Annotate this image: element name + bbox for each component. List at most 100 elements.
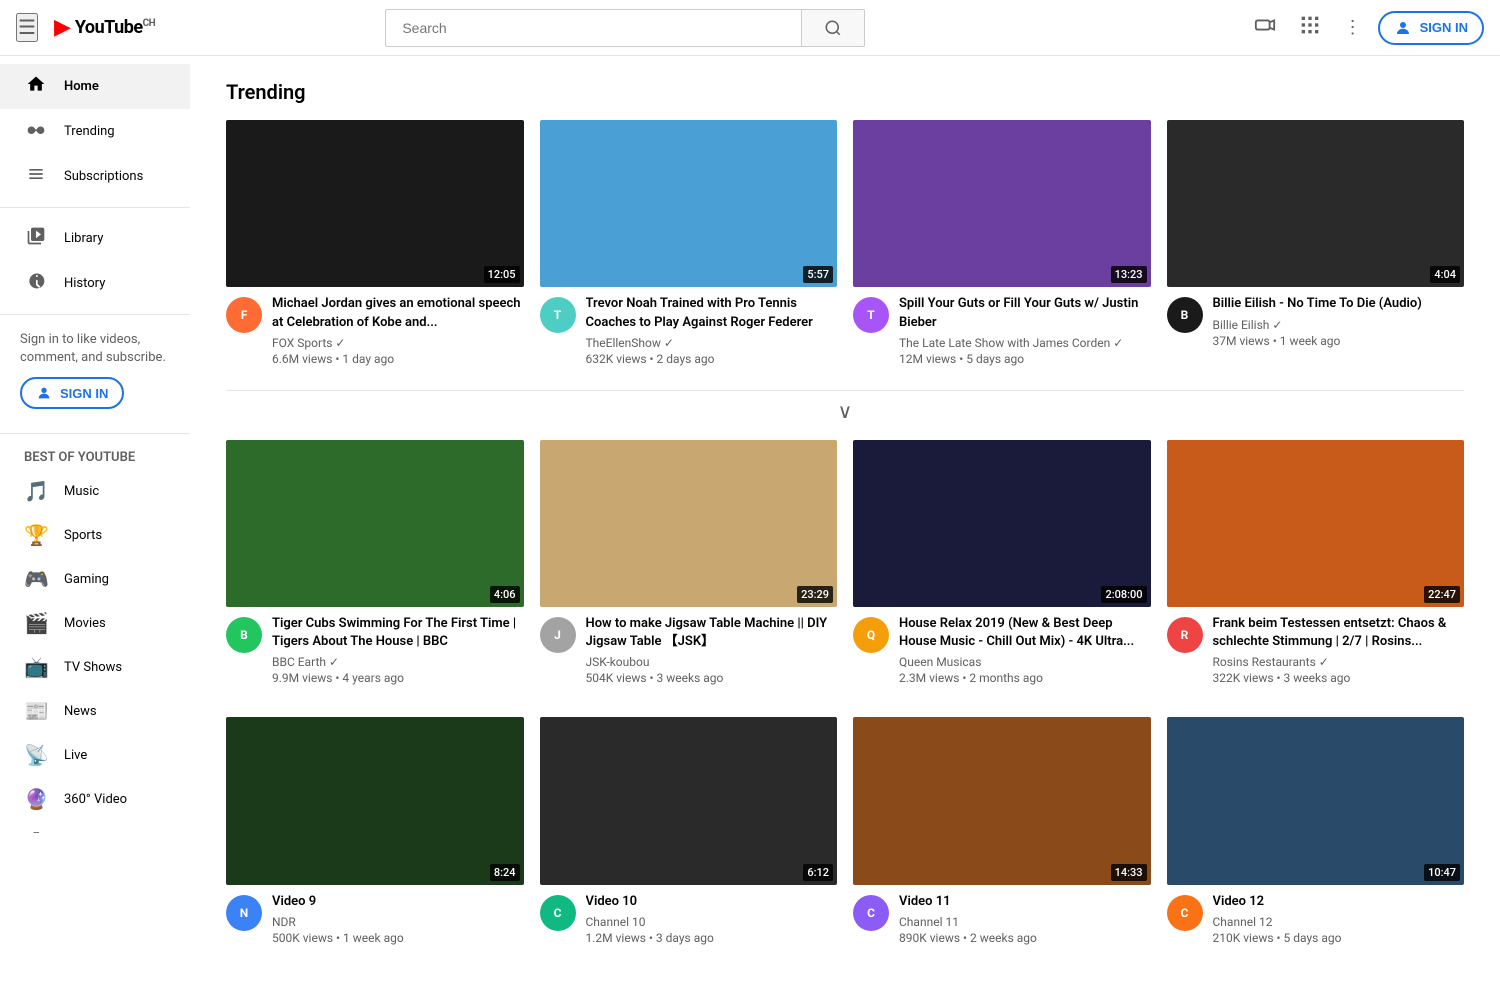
video-stats-v8: 322K views • 3 weeks ago bbox=[1213, 671, 1465, 685]
video-card-v11[interactable]: 14:33CVideo 11Channel 11890K views • 2 w… bbox=[853, 717, 1151, 945]
video-stats-v1: 6.6M views • 1 day ago bbox=[272, 352, 524, 366]
channel-name-v11: Channel 11 bbox=[899, 915, 1037, 929]
duration-v3: 13:23 bbox=[1111, 266, 1147, 283]
home-icon bbox=[24, 74, 48, 99]
sidebar-item-browse[interactable]: ➕ Browse channels bbox=[0, 821, 190, 833]
channel-avatar-v10: C bbox=[540, 895, 576, 931]
360-icon: 🔮 bbox=[24, 787, 48, 811]
video-info-v4: Billie Eilish - No Time To Die (Audio)Bi… bbox=[1213, 295, 1422, 347]
video-meta-v11: CVideo 11Channel 11890K views • 2 weeks … bbox=[853, 893, 1151, 945]
channel-name-v1: FOX Sports ✓ bbox=[272, 336, 524, 350]
search-input[interactable] bbox=[385, 9, 801, 47]
sign-in-button[interactable]: SIGN IN bbox=[1378, 11, 1484, 45]
video-stats-v2: 632K views • 2 days ago bbox=[586, 352, 838, 366]
sidebar-item-library[interactable]: Library bbox=[0, 216, 190, 261]
video-info-v2: Trevor Noah Trained with Pro Tennis Coac… bbox=[586, 295, 838, 365]
video-title-v10: Video 10 bbox=[586, 893, 714, 911]
trending-icon bbox=[24, 119, 48, 144]
subscriptions-icon bbox=[24, 164, 48, 189]
menu-button[interactable]: ☰ bbox=[16, 13, 38, 42]
video-camera-button[interactable] bbox=[1246, 6, 1284, 49]
video-card-v7[interactable]: 2:08:00QHouse Relax 2019 (New & Best Dee… bbox=[853, 440, 1151, 686]
channel-name-v12: Channel 12 bbox=[1213, 915, 1342, 929]
video-card-v8[interactable]: 22:47RFrank beim Testessen entsetzt: Cha… bbox=[1167, 440, 1465, 686]
header-left: ☰ ▶ YouTubeCH bbox=[16, 13, 155, 42]
sidebar-item-tv[interactable]: 📺 TV Shows bbox=[0, 645, 190, 689]
video-meta-v9: NVideo 9NDR500K views • 1 week ago bbox=[226, 893, 524, 945]
channel-avatar-v2: T bbox=[540, 297, 576, 333]
channel-avatar-v6: J bbox=[540, 617, 576, 653]
main-content: Trending 12:05FMichael Jordan gives an e… bbox=[190, 56, 1500, 1001]
sidebar-item-trending[interactable]: Trending bbox=[0, 109, 190, 154]
video-info-v3: Spill Your Guts or Fill Your Guts w/ Jus… bbox=[899, 295, 1151, 365]
thumbnail-v3: 13:23 bbox=[853, 120, 1151, 287]
logo-country: CH bbox=[143, 18, 156, 29]
sign-in-label: SIGN IN bbox=[1420, 20, 1468, 35]
sign-in-section: Sign in to like videos, comment, and sub… bbox=[0, 323, 190, 425]
duration-v6: 23:29 bbox=[797, 586, 833, 603]
video-card-v10[interactable]: 6:12CVideo 10Channel 101.2M views • 3 da… bbox=[540, 717, 838, 945]
channel-name-v8: Rosins Restaurants ✓ bbox=[1213, 655, 1465, 669]
sidebar-item-music[interactable]: 🎵 Music bbox=[0, 469, 190, 513]
video-card-v1[interactable]: 12:05 FMichael Jordan gives an emotional … bbox=[226, 120, 524, 366]
video-meta-v10: CVideo 10Channel 101.2M views • 3 days a… bbox=[540, 893, 838, 945]
sidebar: Home Trending Subscriptions Library bbox=[0, 56, 190, 833]
divider-1 bbox=[0, 207, 190, 208]
video-card-v3[interactable]: 13:23TSpill Your Guts or Fill Your Guts … bbox=[853, 120, 1151, 366]
gaming-label: Gaming bbox=[64, 572, 109, 587]
apps-button[interactable] bbox=[1292, 7, 1328, 48]
video-card-v12[interactable]: 10:47CVideo 12Channel 12210K views • 5 d… bbox=[1167, 717, 1465, 945]
video-meta-v6: JHow to make Jigsaw Table Machine || DIY… bbox=[540, 615, 838, 685]
video-card-v6[interactable]: 23:29 JHow to make Jigsaw Table Machine |… bbox=[540, 440, 838, 686]
duration-v11: 14:33 bbox=[1111, 864, 1147, 881]
channel-avatar-v9: N bbox=[226, 895, 262, 931]
duration-v10: 6:12 bbox=[803, 864, 833, 881]
sidebar-item-movies[interactable]: 🎬 Movies bbox=[0, 601, 190, 645]
sidebar-item-subscriptions[interactable]: Subscriptions bbox=[0, 154, 190, 199]
duration-v12: 10:47 bbox=[1424, 864, 1460, 881]
sidebar-item-gaming[interactable]: 🎮 Gaming bbox=[0, 557, 190, 601]
header: ☰ ▶ YouTubeCH ⋮ SIGN IN bbox=[0, 0, 1500, 56]
sidebar-item-news[interactable]: 📰 News bbox=[0, 689, 190, 733]
sidebar-item-live[interactable]: 📡 Live bbox=[0, 733, 190, 777]
360-label: 360° Video bbox=[64, 792, 127, 807]
movies-icon: 🎬 bbox=[24, 611, 48, 635]
music-label: Music bbox=[64, 484, 99, 499]
duration-v5: 4:06 bbox=[490, 586, 520, 603]
sidebar-item-sports[interactable]: 🏆 Sports bbox=[0, 513, 190, 557]
thumbnail-v2: 5:57 bbox=[540, 120, 838, 287]
trending-label: Trending bbox=[64, 124, 115, 139]
video-title-v11: Video 11 bbox=[899, 893, 1037, 911]
sidebar-item-home[interactable]: Home bbox=[0, 64, 190, 109]
collapse-button[interactable]: ∨ bbox=[838, 399, 853, 424]
sports-icon: 🏆 bbox=[24, 523, 48, 547]
video-card-v9[interactable]: 8:24NVideo 9NDR500K views • 1 week ago bbox=[226, 717, 524, 945]
logo-link[interactable]: ▶ YouTubeCH bbox=[54, 15, 155, 40]
video-title-v3: Spill Your Guts or Fill Your Guts w/ Jus… bbox=[899, 295, 1151, 331]
video-stats-v5: 9.9M views • 4 years ago bbox=[272, 671, 524, 685]
youtube-logo-icon: ▶ bbox=[54, 15, 71, 40]
sidebar-item-360[interactable]: 🔮 360° Video bbox=[0, 777, 190, 821]
more-options-button[interactable]: ⋮ bbox=[1336, 9, 1370, 46]
video-meta-v5: BTiger Cubs Swimming For The First Time … bbox=[226, 615, 524, 685]
search-container bbox=[385, 9, 865, 47]
video-info-v11: Video 11Channel 11890K views • 2 weeks a… bbox=[899, 893, 1037, 945]
search-button[interactable] bbox=[801, 9, 865, 47]
thumbnail-v4: 4:04 bbox=[1167, 120, 1465, 287]
sidebar-sign-in-button[interactable]: SIGN IN bbox=[20, 377, 124, 409]
video-meta-v4: BBillie Eilish - No Time To Die (Audio)B… bbox=[1167, 295, 1465, 347]
video-info-v5: Tiger Cubs Swimming For The First Time |… bbox=[272, 615, 524, 685]
duration-v1: 12:05 bbox=[484, 266, 520, 283]
video-card-v2[interactable]: 5:57 T Trevor Noah Trained with Pro Tennis… bbox=[540, 120, 838, 366]
sidebar-item-history[interactable]: History bbox=[0, 261, 190, 306]
video-meta-v1: FMichael Jordan gives an emotional speec… bbox=[226, 295, 524, 365]
video-meta-v7: QHouse Relax 2019 (New & Best Deep House… bbox=[853, 615, 1151, 685]
channel-avatar-v8: R bbox=[1167, 617, 1203, 653]
library-label: Library bbox=[64, 231, 103, 246]
video-title-v12: Video 12 bbox=[1213, 893, 1342, 911]
video-stats-v6: 504K views • 3 weeks ago bbox=[586, 671, 838, 685]
video-card-v4[interactable]: 4:04 BBillie Eilish - No Time To Die (Aud… bbox=[1167, 120, 1465, 366]
gaming-icon: 🎮 bbox=[24, 567, 48, 591]
chevron-row: ∨ bbox=[226, 390, 1464, 424]
video-card-v5[interactable]: 4:06 BTiger Cubs Swimming For The First T… bbox=[226, 440, 524, 686]
